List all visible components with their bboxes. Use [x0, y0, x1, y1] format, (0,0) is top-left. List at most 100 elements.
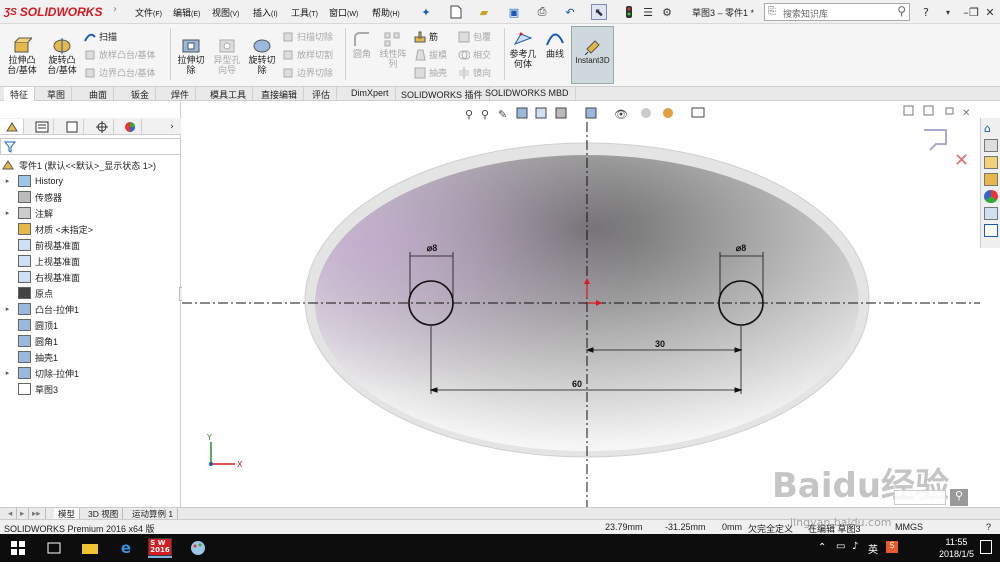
help-status-icon[interactable]: ? — [986, 522, 991, 532]
menu-view[interactable]: 视图(V) — [212, 6, 239, 19]
extrude-cut-button[interactable]: 拉伸切 除 — [174, 36, 208, 75]
ime-indicator[interactable]: 英 — [868, 541, 878, 556]
restore-icon[interactable]: ❐ — [966, 4, 982, 20]
mirror-button[interactable]: 镜向 — [458, 66, 491, 79]
system-clock[interactable]: 11:55 2018/1/5 — [939, 536, 974, 560]
volume-icon[interactable]: ♪ — [852, 541, 858, 552]
curves-button[interactable]: 曲线 — [541, 30, 569, 59]
tree-item-fillet1[interactable]: 圆角1 — [0, 333, 58, 349]
zoom-to-fit-icon[interactable]: ⚲ — [465, 108, 473, 121]
panel-scroll-right-icon[interactable]: › — [160, 119, 184, 134]
pin-icon[interactable]: ✦ — [418, 4, 434, 20]
appearances-icon[interactable] — [984, 190, 998, 203]
tree-item-cut-extrude1[interactable]: ▸ 切除-拉伸1 — [0, 365, 79, 381]
linear-pattern-button[interactable]: 线性阵 列 — [376, 30, 410, 69]
view-orientation-icon[interactable] — [555, 107, 567, 119]
menu-edit[interactable]: 编辑(E) — [173, 6, 200, 19]
notification-center-icon[interactable] — [980, 540, 992, 554]
menu-insert[interactable]: 插入(I) — [253, 6, 278, 19]
menu-file[interactable]: 文件(F) — [135, 6, 162, 19]
dimension-60[interactable]: 60 — [572, 379, 582, 389]
wrap-button[interactable]: 包覆 — [458, 30, 491, 43]
rebuild-icon[interactable] — [621, 4, 637, 20]
shell-button[interactable]: 抽壳 — [414, 66, 447, 79]
print-icon[interactable]: ⎙ — [534, 4, 550, 20]
tree-item-material[interactable]: 材质 <未指定> — [0, 221, 93, 237]
configuration-manager-tab-icon[interactable] — [60, 119, 84, 134]
reference-geometry-button[interactable]: 参考几 何体 — [508, 30, 538, 69]
file-properties-icon[interactable]: ☰ — [640, 4, 656, 20]
windows-start-icon[interactable] — [6, 538, 30, 558]
search-icon[interactable]: ⚲ — [897, 4, 906, 18]
tab-solidworks-addins[interactable]: SOLIDWORKS 插件 — [395, 87, 490, 101]
forum-icon[interactable] — [984, 224, 998, 237]
tab-dimxpert[interactable]: DimXpert — [345, 87, 396, 101]
tree-item-top-plane[interactable]: 上视基准面 — [0, 253, 80, 269]
tab-features[interactable]: 特征 — [4, 87, 36, 101]
tab-weldments[interactable]: 焊件 — [165, 87, 197, 101]
dimension-30[interactable]: 30 — [655, 339, 665, 349]
tab-motion-study[interactable]: 运动算例 1 — [128, 508, 179, 519]
expand-arrow-icon[interactable]: ▸ — [3, 209, 12, 217]
custom-properties-icon[interactable] — [984, 207, 998, 220]
extrude-boss-button[interactable]: 拉伸凸 台/基体 — [4, 36, 40, 75]
boundary-cut-button[interactable]: 边界切除 — [282, 66, 333, 79]
tree-item-shell1[interactable]: 抽壳1 — [0, 349, 58, 365]
open-icon[interactable]: ▰ — [476, 4, 492, 20]
tab-sheet-metal[interactable]: 钣金 — [125, 87, 157, 101]
tab-direct-editing[interactable]: 直接编辑 — [255, 87, 305, 101]
design-library-icon[interactable] — [984, 139, 998, 152]
menu-tools[interactable]: 工具(T) — [291, 6, 318, 19]
loft-boss-button[interactable]: 放样凸台/基体 — [84, 48, 156, 61]
display-style-icon[interactable] — [585, 107, 597, 119]
tab-model[interactable]: 模型 — [54, 508, 81, 519]
property-manager-tab-icon[interactable] — [30, 119, 54, 134]
tab-evaluate[interactable]: 评估 — [306, 87, 338, 101]
tree-item-origin[interactable]: 原点 — [0, 285, 53, 301]
tree-item-right-plane[interactable]: 右视基准面 — [0, 269, 80, 285]
edge-browser-icon[interactable]: e — [114, 538, 138, 558]
expand-arrow-icon[interactable]: ▸ — [3, 369, 12, 377]
revolve-boss-button[interactable]: 旋转凸 台/基体 — [44, 36, 80, 75]
tree-item-history[interactable]: ▸ History — [0, 173, 63, 189]
search-input[interactable]: ⎘ 搜索知识库 ⚲ — [764, 3, 910, 21]
chevron-down-icon[interactable]: ▾ — [940, 4, 956, 20]
apply-scene-icon[interactable] — [663, 108, 673, 118]
hole-wizard-button[interactable]: 异型孔 向导 — [210, 36, 244, 75]
options-gear-icon[interactable]: ⚙ — [659, 4, 675, 20]
intersect-button[interactable]: 相交 — [458, 48, 491, 61]
dimension-diameter-left[interactable]: ⌀8 — [427, 243, 437, 253]
feature-manager-tab-icon[interactable] — [0, 119, 24, 134]
tree-item-sensors[interactable]: 传感器 — [0, 189, 62, 205]
undo-icon[interactable]: ↶ — [562, 4, 578, 20]
tree-root-part[interactable]: 零件1 (默认<<默认>_显示状态 1>) — [0, 157, 156, 173]
tab-sketch[interactable]: 草图 — [41, 87, 73, 101]
dynamic-annotation-icon[interactable] — [535, 107, 547, 119]
cancel-sketch-icon[interactable]: ✕ — [954, 150, 969, 171]
view-settings-icon[interactable] — [691, 107, 705, 118]
sogou-ime-icon[interactable]: S — [886, 541, 898, 553]
network-icon[interactable]: ▭ — [836, 541, 845, 552]
tray-up-arrow-icon[interactable]: ⌃ — [818, 542, 826, 553]
dimension-diameter-right[interactable]: ⌀8 — [736, 243, 746, 253]
instant3d-button[interactable]: Instant3D — [571, 26, 614, 84]
tab-surfaces[interactable]: 曲面 — [83, 87, 115, 101]
previous-view-icon[interactable]: ✎ — [498, 108, 507, 121]
paint-app-icon[interactable] — [186, 538, 210, 558]
display-manager-tab-icon[interactable] — [118, 119, 142, 134]
swept-cut-button[interactable]: 扫描切除 — [282, 30, 333, 43]
draft-button[interactable]: 拔模 — [414, 48, 447, 61]
tree-item-boss-extrude1[interactable]: ▸ 凸台-拉伸1 — [0, 301, 79, 317]
tab-3d-view[interactable]: 3D 视图 — [84, 508, 124, 519]
view-palette-icon[interactable] — [984, 173, 998, 186]
section-view-icon[interactable] — [516, 107, 528, 119]
tab-solidworks-mbd[interactable]: SOLIDWORKS MBD — [479, 87, 576, 101]
dimxpert-manager-tab-icon[interactable] — [90, 119, 114, 134]
boundary-boss-button[interactable]: 边界凸台/基体 — [84, 66, 156, 79]
rib-button[interactable]: 筋 — [414, 30, 438, 43]
lofted-cut-button[interactable]: 放样切割 — [282, 48, 333, 61]
zoom-area-icon[interactable]: ⚲ — [481, 108, 489, 121]
help-icon[interactable]: ? — [918, 4, 934, 20]
viewport-close-icon[interactable]: ✕ — [962, 108, 970, 119]
expand-arrow-icon[interactable]: ▸ — [3, 305, 12, 313]
